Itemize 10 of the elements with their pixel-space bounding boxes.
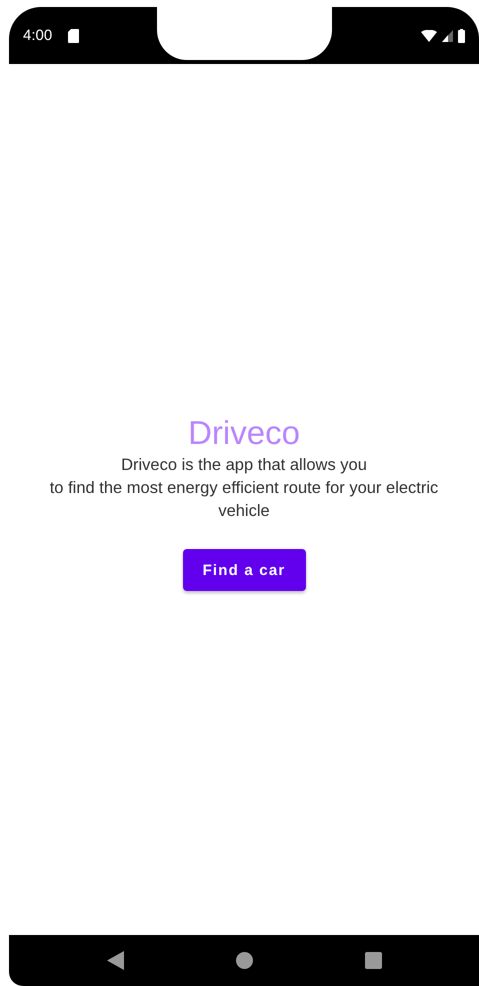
battery-icon (458, 28, 465, 42)
app-description: Driveco is the app that allows you to find the most energy efficient route for your electric vehicle (48, 455, 440, 522)
sd-card-icon (68, 28, 80, 42)
back-icon[interactable] (107, 951, 124, 970)
status-time: 4:00 (23, 27, 52, 44)
app-title: Driveco (188, 414, 300, 452)
signal-icon (442, 30, 453, 42)
find-car-button[interactable]: Find a car (182, 549, 306, 591)
wifi-icon (421, 30, 437, 42)
home-icon[interactable] (236, 952, 253, 969)
